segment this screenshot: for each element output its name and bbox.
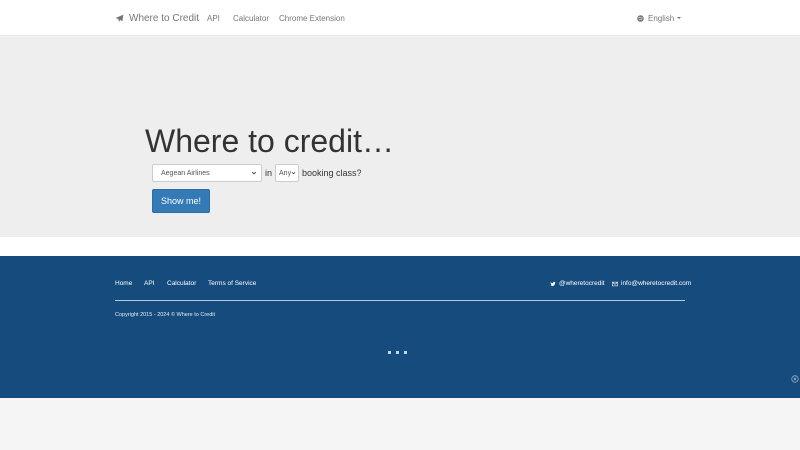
booking-class-suffix: booking class?: [302, 168, 362, 178]
footer: Home API Calculator Terms of Service @wh…: [0, 256, 800, 398]
twitter-link[interactable]: @wheretocredit: [550, 280, 605, 287]
loading-dot: [396, 351, 399, 354]
twitter-handle: @wheretocredit: [559, 280, 605, 287]
footer-divider: [115, 300, 685, 301]
airline-select-value: Aegean Airlines: [161, 169, 210, 177]
hero-section: [0, 37, 800, 237]
loading-dots: [388, 351, 412, 354]
nav-api[interactable]: API: [207, 0, 220, 36]
show-me-button[interactable]: Show me!: [152, 189, 210, 213]
airline-select[interactable]: Aegean Airlines: [152, 164, 262, 182]
footer-link-calculator[interactable]: Calculator: [167, 280, 196, 287]
envelope-icon: [612, 281, 618, 286]
caret-down-icon: [677, 17, 682, 19]
search-form: Aegean Airlines in Any booking class?: [152, 164, 362, 182]
email-address: info@wheretocredit.com: [621, 280, 692, 287]
brand-link[interactable]: Where to Credit: [115, 0, 199, 36]
globe-icon: [637, 14, 644, 22]
loading-dot: [404, 351, 407, 354]
top-navbar: Where to Credit API Calculator Chrome Ex…: [0, 0, 800, 36]
language-label: English: [648, 13, 675, 23]
footer-link-home[interactable]: Home: [115, 280, 132, 287]
footer-link-terms[interactable]: Terms of Service: [208, 280, 256, 287]
chevron-down-icon: [251, 171, 257, 175]
spacer-band: [0, 237, 800, 256]
footer-link-api[interactable]: API: [144, 280, 154, 287]
nav-calculator[interactable]: Calculator: [233, 0, 269, 36]
in-label: in: [265, 168, 273, 178]
paper-plane-icon: [115, 14, 124, 22]
booking-class-select[interactable]: Any: [275, 164, 300, 182]
page-title: Where to credit…: [145, 123, 394, 159]
chevron-down-icon: [291, 172, 296, 175]
email-link[interactable]: info@wheretocredit.com: [612, 280, 691, 287]
close-circle-icon[interactable]: [791, 375, 799, 383]
twitter-icon: [550, 281, 556, 286]
nav-chrome-extension[interactable]: Chrome Extension: [279, 0, 345, 36]
copyright-text: Copyright 2015 - 2024 © Where to Credit: [115, 312, 216, 318]
brand-label: Where to Credit: [129, 12, 200, 24]
booking-class-value: Any: [279, 169, 292, 177]
language-dropdown[interactable]: English: [637, 0, 682, 36]
loading-dot: [388, 351, 391, 354]
